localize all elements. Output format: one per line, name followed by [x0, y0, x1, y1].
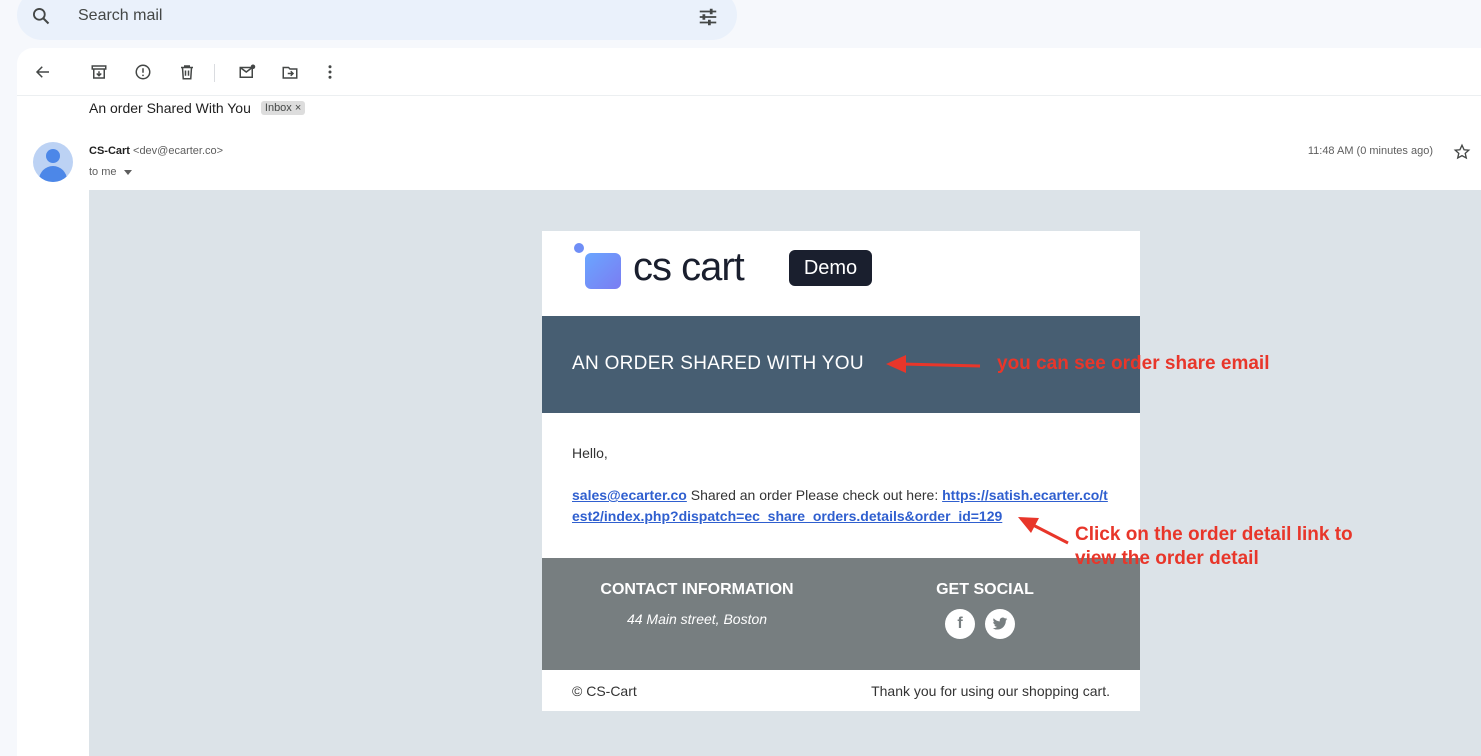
inbox-label-text: Inbox — [264, 102, 292, 114]
back-arrow-icon[interactable] — [32, 61, 54, 83]
share-body-text: Shared an order Please check out here: — [686, 487, 943, 503]
thanks-text: Thank you for using our shopping cart. — [871, 683, 1110, 699]
demo-badge: Demo — [789, 250, 872, 286]
star-icon[interactable] — [1453, 143, 1471, 161]
greeting: Hello, — [572, 445, 608, 461]
annotation-link-note-line2: view the order detail — [1075, 548, 1259, 569]
logo-dot — [574, 243, 584, 253]
annotation-link-note-line1: Click on the order detail link to — [1075, 524, 1353, 545]
subject-text: An order Shared With You — [89, 100, 251, 116]
gmail-page: Search mail An order Shared With You Inb… — [0, 0, 1481, 756]
sender-name[interactable]: CS-Cart — [89, 145, 130, 157]
more-vert-icon[interactable] — [319, 61, 341, 83]
message-time: 11:48 AM (0 minutes ago) — [1307, 145, 1433, 157]
contact-heading: CONTACT INFORMATION — [600, 581, 794, 598]
cs-cart-logo: cs cart Demo — [542, 231, 1140, 316]
mark-unread-icon[interactable] — [236, 61, 258, 83]
inbox-label-chip[interactable]: Inbox × — [260, 101, 306, 115]
contact-address: 44 Main street, Boston — [626, 611, 768, 627]
recipients-text: to me — [89, 166, 117, 178]
email-content: Hello, sales@ecarter.co Shared an order … — [572, 443, 1112, 527]
banner-title: AN ORDER SHARED WITH YOU — [572, 353, 864, 374]
chevron-down-icon[interactable] — [123, 169, 132, 175]
email-footer-info: CONTACT INFORMATION 44 Main street, Bost… — [542, 558, 1140, 670]
message-panel: 1 o An order Shared With You Inbox × CS-… — [17, 48, 1481, 756]
search-options-icon[interactable] — [697, 6, 719, 28]
search-icon[interactable] — [31, 6, 51, 26]
move-to-icon[interactable] — [279, 61, 301, 83]
sender-email: <dev@ecarter.co> — [133, 145, 224, 157]
search-input[interactable]: Search mail — [78, 7, 162, 25]
recipients-toggle[interactable]: to me — [89, 166, 132, 178]
annotation-banner-note: you can see order share email — [997, 353, 1270, 374]
sender-line: CS-Cart <dev@ecarter.co> — [89, 145, 223, 157]
sender-email-link[interactable]: sales@ecarter.co — [572, 487, 687, 503]
copyright-text: © CS-Cart — [572, 683, 637, 699]
share-message: sales@ecarter.co Shared an order Please … — [572, 485, 1112, 527]
social-heading: GET SOCIAL — [936, 581, 1034, 598]
search-bar[interactable]: Search mail — [17, 0, 737, 40]
facebook-icon[interactable]: f — [945, 609, 975, 639]
remove-label-icon[interactable]: × — [295, 102, 301, 114]
avatar-body — [39, 166, 67, 182]
report-spam-icon[interactable] — [132, 61, 154, 83]
email-card: cs cart Demo AN ORDER SHARED WITH YOU He… — [542, 231, 1140, 711]
archive-icon[interactable] — [88, 61, 110, 83]
message-toolbar: 1 o — [17, 48, 1481, 96]
email-footer-bottom: © CS-Cart Thank you for using our shoppi… — [542, 670, 1140, 711]
logo-text: cs cart — [633, 245, 745, 289]
email-body: cs cart Demo AN ORDER SHARED WITH YOU He… — [89, 190, 1481, 756]
sender-avatar[interactable] — [33, 142, 73, 182]
avatar-head — [46, 149, 60, 163]
delete-icon[interactable] — [176, 61, 198, 83]
message-subject: An order Shared With You Inbox × — [89, 100, 306, 116]
logo-square — [585, 253, 621, 289]
twitter-icon[interactable] — [985, 609, 1015, 639]
toolbar-divider — [214, 64, 215, 82]
